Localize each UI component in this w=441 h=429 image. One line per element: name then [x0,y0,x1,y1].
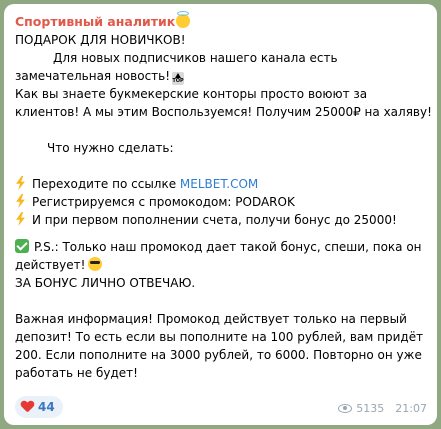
eye-icon [338,404,353,413]
text-line: P.S.: Только наш промокод дает такой бон… [15,238,425,256]
view-count: 5135 [356,402,385,415]
text-line: клиентов! А мы этим Воспользуемся! Получ… [15,105,432,119]
sender-name[interactable]: Спортивный аналитик [15,14,175,29]
top-arrow-icon: TOP [172,72,185,85]
check-mark-icon [15,239,29,253]
text-fragment: P.S.: Только наш промокод дает такой бон… [34,240,422,254]
text-line: Что нужно сделать: [47,141,174,155]
text-line: Для новых подписчиков нашего канала есть [53,51,338,65]
reaction-button[interactable]: 44 [15,396,63,418]
message-footer: 44 5135 21:07 [15,394,427,418]
text-line: депозит! То есть если вы пополните на 10… [15,330,424,344]
heart-icon [21,401,34,413]
text-fragment: И при первом пополнении счета, получи бо… [32,213,397,227]
text-fragment: Переходите по ссылке [32,177,180,191]
text-line: Переходите по ссылке MELBET.COM [15,175,425,193]
sunglasses-face-icon [88,257,103,271]
sender-row: Спортивный аналитик [15,11,425,31]
lightning-icon [16,194,25,208]
message-text: ПОДАРОК ДЛЯ НОВИЧКОВ! Для новых подписчи… [15,31,432,382]
text-line: Регистрируемся с промокодом: PODAROK [15,193,425,211]
message-time: 21:07 [395,402,427,415]
message-meta: 5135 21:07 [338,402,427,415]
message-bubble: Спортивный аналитик ПОДАРОК ДЛЯ НОВИЧКОВ… [4,4,437,425]
lightning-icon [16,212,25,226]
reaction-count: 44 [38,400,55,414]
text-line: Как вы знаете букмекерские конторы прост… [15,87,368,101]
text-line: ЗА БОНУС ЛИЧНО ОТВЕЧАЮ. [15,276,196,290]
melbet-link[interactable]: MELBET.COM [180,177,258,191]
text-line: ПОДАРОК ДЛЯ НОВИЧКОВ! [15,33,186,47]
text-line: замечательная новость! TOP [15,67,425,85]
text-line: Важная информация! Промокод действует то… [15,312,407,326]
lightning-icon [16,176,25,190]
angel-face-icon [176,11,191,28]
text-fragment: замечательная новость! [15,69,171,83]
text-line: работать не будет! [15,366,138,380]
text-line: И при первом пополнении счета, получи бо… [15,211,425,229]
text-line: действует! [15,256,425,274]
text-line: 200. Если пополните на 3000 рублей, то 6… [15,348,422,362]
text-fragment: действует! [15,258,86,272]
text-fragment: Регистрируемся с промокодом: PODAROK [32,195,295,209]
